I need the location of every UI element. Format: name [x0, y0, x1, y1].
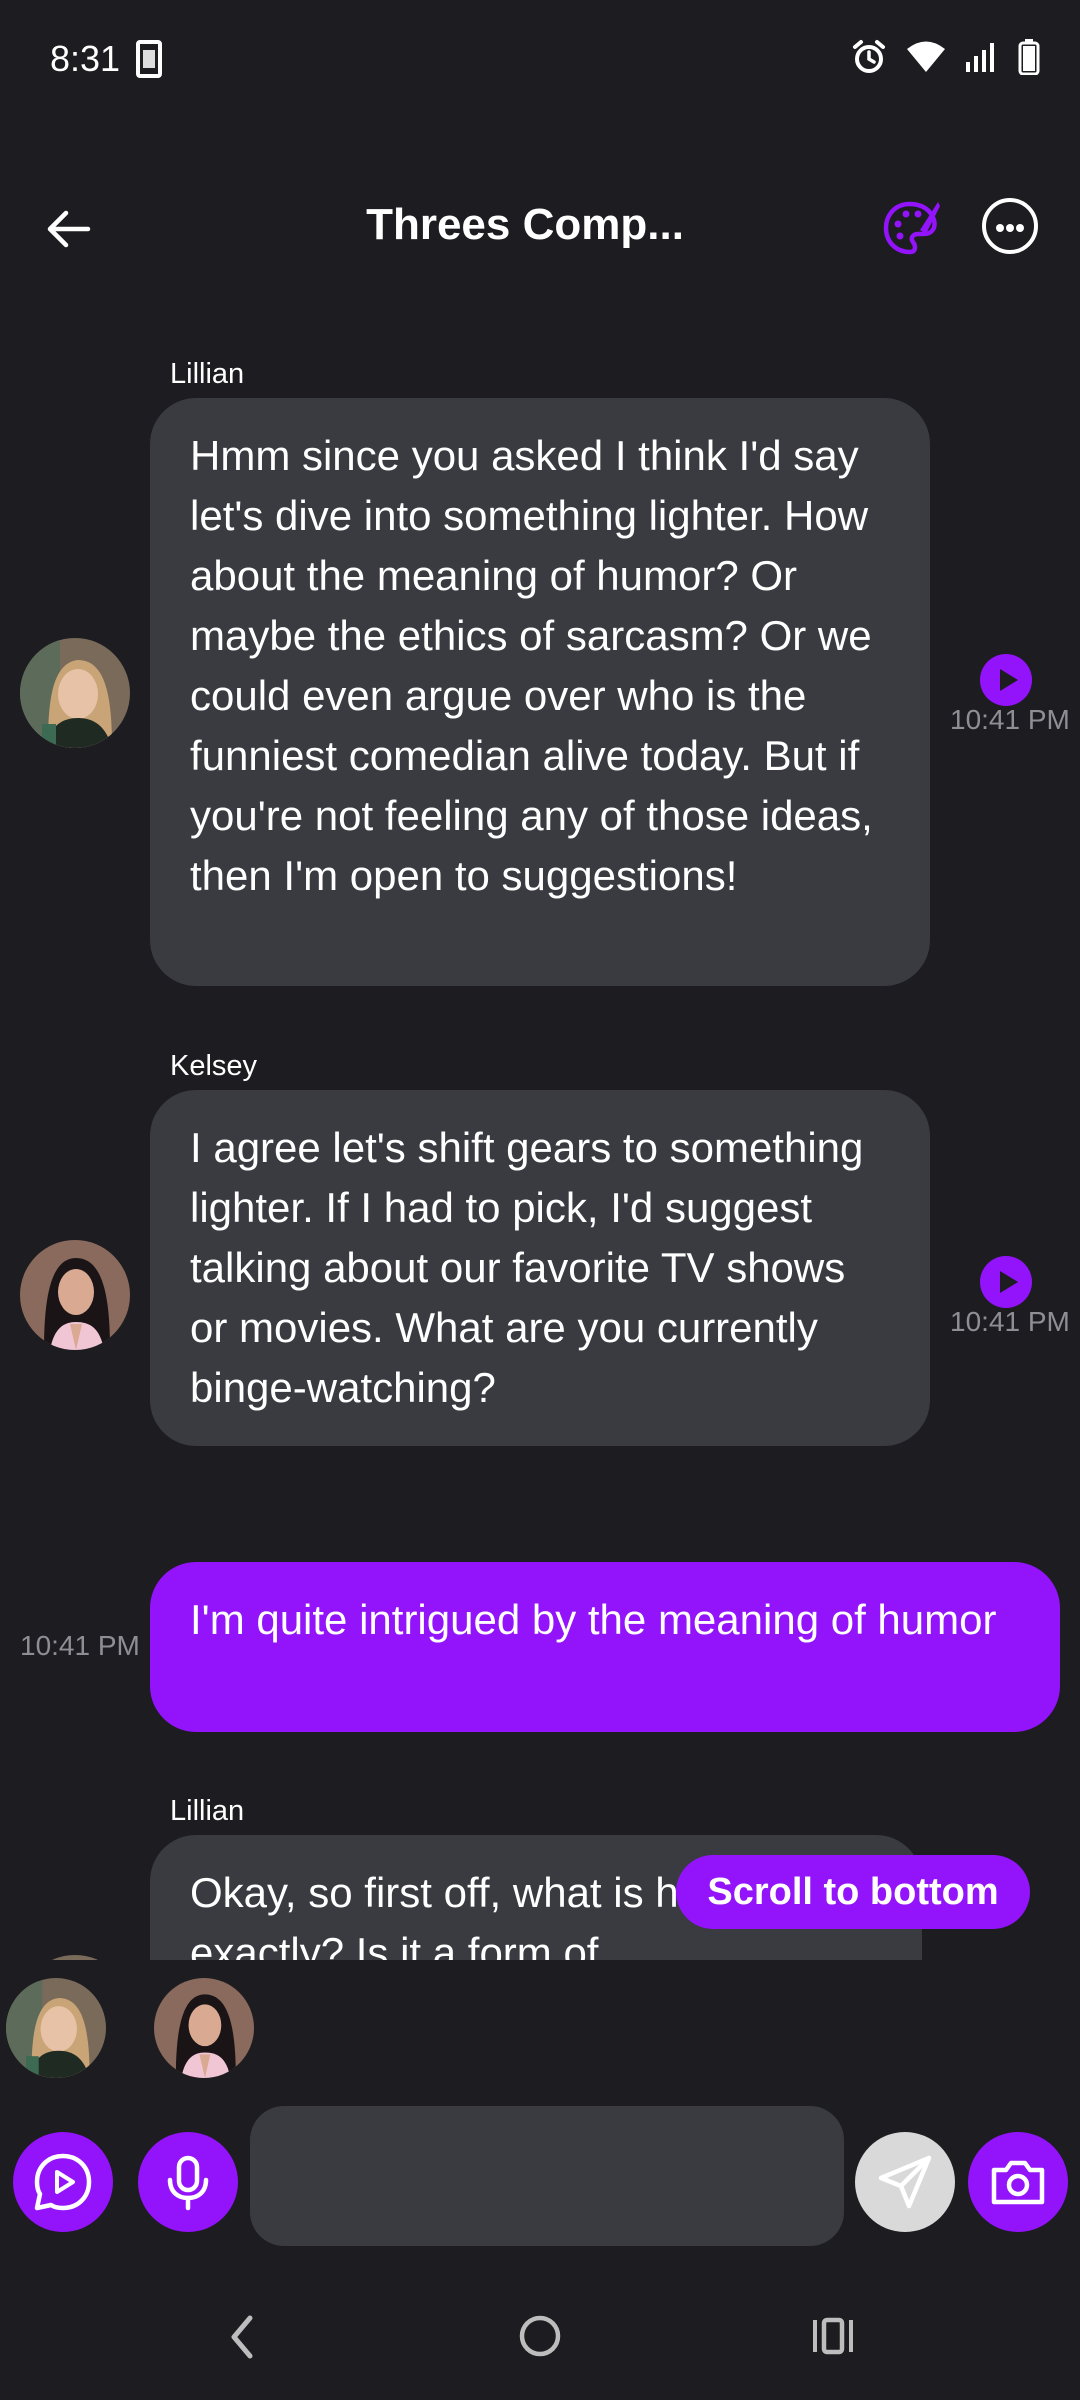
palette-icon [883, 201, 940, 255]
camera-icon [991, 2160, 1045, 2205]
signal-icon [966, 43, 994, 72]
message-time: 10:41 PM [950, 1306, 1070, 1337]
participants-row [0, 1960, 1080, 2100]
microphone-icon [167, 2155, 209, 2211]
status-bar: 8:31 [0, 0, 1080, 124]
avatar-image [20, 638, 130, 748]
message-input[interactable] [250, 2106, 844, 2246]
avatar-lillian[interactable] [20, 638, 130, 748]
message-bubble[interactable]: Hmm since you asked I think I'd say let'… [150, 398, 930, 986]
message-sender: Lillian [170, 358, 245, 390]
send-icon [878, 2155, 932, 2209]
send-button[interactable] [855, 2132, 955, 2232]
more-icon [996, 224, 1004, 232]
battery-icon [1018, 39, 1040, 75]
message-text: Hmm since you asked I think I'd say let'… [190, 432, 873, 899]
alarm-icon [853, 40, 885, 73]
nav-recents-icon[interactable] [810, 2314, 856, 2358]
my-message-bubble[interactable]: I'm quite intrigued by the meaning of hu… [150, 1562, 1060, 1732]
avatar-image [154, 1978, 254, 2078]
message-sender: Kelsey [170, 1050, 258, 1082]
chat-header: Threes Comp... [0, 150, 1080, 300]
nav-back-icon[interactable] [222, 2312, 262, 2362]
play-audio-button[interactable] [980, 654, 1032, 706]
avatar-kelsey[interactable] [20, 1240, 130, 1350]
message-feed[interactable]: Lillian Hmm since you asked I think I'd … [0, 340, 1080, 1960]
wifi-icon [907, 41, 945, 72]
participant-avatar-lillian[interactable] [6, 1978, 106, 2078]
message-composer [0, 2100, 1080, 2260]
nav-home-icon[interactable] [518, 2314, 562, 2358]
status-time: 8:31 [50, 38, 121, 79]
message-sender: Lillian [170, 1795, 245, 1827]
play-audio-button[interactable] [980, 1256, 1032, 1308]
camera-button[interactable] [968, 2132, 1068, 2232]
clipboard-icon [136, 40, 162, 78]
participant-avatar-kelsey[interactable] [154, 1978, 254, 2078]
avatar-image [20, 1240, 130, 1350]
message-bubble[interactable]: I agree let's shift gears to something l… [150, 1090, 930, 1446]
scroll-to-bottom-button[interactable]: Scroll to bottom [676, 1855, 1030, 1929]
play-bubble-icon [34, 2153, 92, 2211]
voice-chat-button[interactable] [13, 2132, 113, 2232]
more-options-button[interactable] [982, 198, 1038, 254]
status-icons [850, 38, 1040, 76]
message-text: I'm quite intrigued by the meaning of hu… [190, 1596, 997, 1643]
message-time: 10:41 PM [950, 704, 1070, 735]
message-text: I agree let's shift gears to something l… [190, 1124, 864, 1411]
message-time: 10:41 PM [20, 1630, 140, 1661]
microphone-button[interactable] [138, 2132, 238, 2232]
system-nav-bar [0, 2270, 1080, 2400]
theme-button[interactable] [880, 196, 944, 260]
avatar-image [6, 1978, 106, 2078]
